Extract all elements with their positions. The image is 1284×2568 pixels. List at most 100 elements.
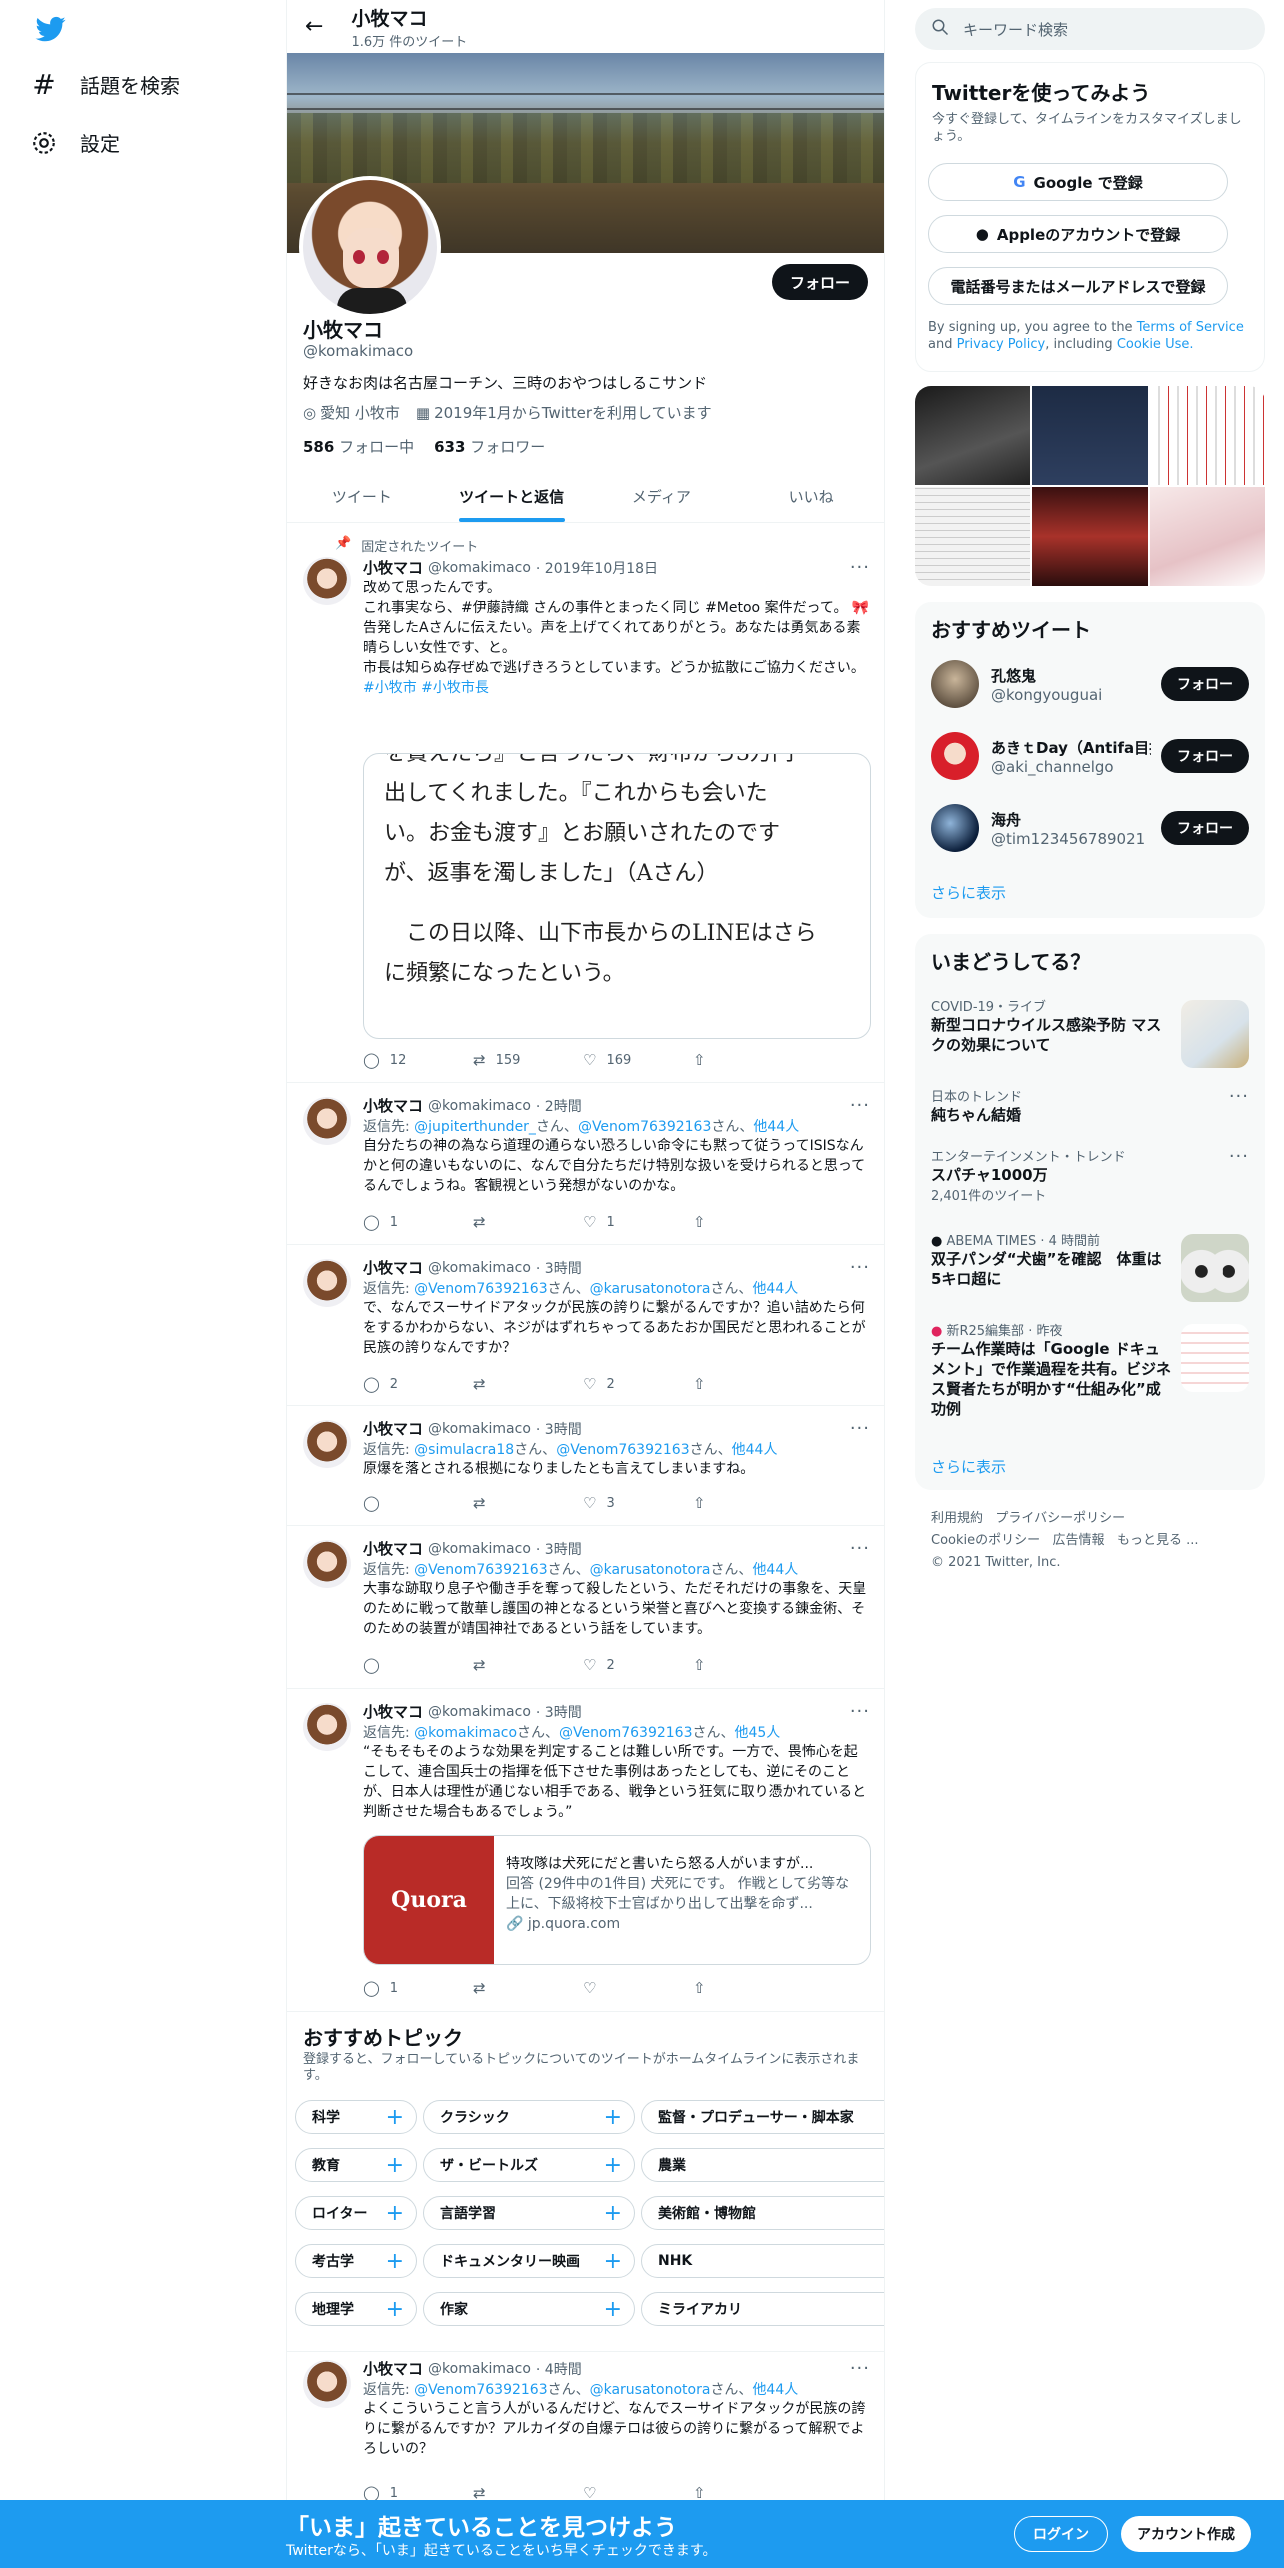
terms-link[interactable]: Terms of Service bbox=[1137, 320, 1244, 335]
search-box[interactable]: キーワード検索 bbox=[915, 8, 1265, 50]
tweet-author-name[interactable]: 小牧マコ bbox=[363, 2358, 423, 2379]
retweet-button[interactable]: ⇄ bbox=[473, 1494, 583, 1512]
reply-to-others[interactable]: 他44人 bbox=[752, 1281, 798, 1297]
plus-icon[interactable]: + bbox=[604, 2249, 622, 2274]
tweet-avatar[interactable] bbox=[303, 1420, 351, 1468]
topic-chip[interactable]: ザ・ビートルズ + bbox=[423, 2148, 635, 2182]
cookie-link[interactable]: Cookie Use. bbox=[1117, 337, 1194, 352]
tweet-avatar[interactable] bbox=[303, 1097, 351, 1145]
topic-chip[interactable]: 教育 + bbox=[295, 2148, 417, 2182]
media-thumb[interactable] bbox=[1149, 386, 1265, 485]
more-options-icon[interactable]: ··· bbox=[1229, 1086, 1249, 1107]
trend-thumbnail[interactable] bbox=[1181, 1000, 1249, 1068]
reply-to-mention[interactable]: @karusatonotora bbox=[590, 2382, 711, 2398]
topic-chip[interactable]: 監督・プロデューサー・脚本家 bbox=[641, 2100, 884, 2134]
topic-chip[interactable]: 作家 + bbox=[423, 2292, 635, 2326]
tweet-avatar[interactable] bbox=[303, 557, 351, 605]
account-avatar[interactable] bbox=[931, 804, 979, 852]
plus-icon[interactable]: + bbox=[604, 2153, 622, 2178]
profile-avatar[interactable] bbox=[299, 176, 441, 318]
tweet-time[interactable]: · 2時間 bbox=[536, 1096, 582, 1116]
trend-item[interactable]: 日本のトレンド 純ちゃん結婚 ··· bbox=[931, 1086, 1249, 1136]
reply-to-others[interactable]: 他44人 bbox=[752, 1562, 798, 1578]
footer-link[interactable]: プライバシーポリシー bbox=[995, 1511, 1125, 1526]
reply-button[interactable]: ◯ 2 bbox=[363, 1375, 473, 1393]
tweet-reply[interactable]: ··· 小牧マコ @komakimaco · 3時間 返信先: @komakimac… bbox=[287, 1689, 884, 2012]
phone-email-signup-button[interactable]: 電話番号またはメールアドレスで登録 bbox=[928, 267, 1228, 305]
follow-button[interactable]: フォロー bbox=[1161, 667, 1249, 701]
reply-button[interactable]: ◯ 12 bbox=[363, 1051, 473, 1069]
reply-button[interactable]: ◯ 1 bbox=[363, 1213, 473, 1231]
tab-tweets[interactable]: ツイート bbox=[287, 470, 437, 522]
plus-icon[interactable]: + bbox=[386, 2153, 404, 2178]
tweet-author-handle[interactable]: @komakimaco bbox=[428, 1541, 531, 1557]
plus-icon[interactable]: + bbox=[604, 2105, 622, 2130]
media-thumb[interactable] bbox=[1032, 386, 1148, 485]
tweet-reply[interactable]: ··· 小牧マコ @komakimaco · 3時間 返信先: @Venom7639… bbox=[287, 1526, 884, 1689]
trend-thumbnail[interactable] bbox=[1181, 1234, 1249, 1302]
retweet-button[interactable]: ⇄ bbox=[473, 1375, 583, 1393]
login-button[interactable]: ログイン bbox=[1014, 2516, 1108, 2552]
tab-tweets-and-replies[interactable]: ツイートと返信 bbox=[437, 470, 587, 522]
share-button[interactable]: ⇧ bbox=[693, 1979, 803, 1997]
tweet-time[interactable]: · 2019年10月18日 bbox=[536, 558, 658, 578]
topic-chip[interactable]: 考古学 + bbox=[295, 2244, 417, 2278]
back-arrow-icon[interactable]: ← bbox=[305, 14, 323, 39]
privacy-link[interactable]: Privacy Policy bbox=[957, 337, 1046, 352]
reply-to-mention[interactable]: @Venom76392163 bbox=[414, 2382, 547, 2398]
footer-link[interactable]: 利用規約 bbox=[931, 1511, 983, 1526]
trend-item[interactable]: ● ABEMA TIMES · 4 時間前 双子パンダ“犬歯”を確認 体重は5キ… bbox=[931, 1230, 1249, 1310]
tweet-reply[interactable]: ··· 小牧マコ @komakimaco · 3時間 返信先: @simulacra… bbox=[287, 1406, 884, 1526]
like-button[interactable]: ♡ 2 bbox=[583, 1375, 693, 1393]
tweet-author-name[interactable]: 小牧マコ bbox=[363, 1701, 423, 1722]
share-button[interactable]: ⇧ bbox=[693, 1375, 803, 1393]
media-thumb[interactable] bbox=[915, 487, 1031, 586]
topic-chip[interactable]: NHK bbox=[641, 2244, 884, 2278]
reply-to-mention[interactable]: @Venom76392163 bbox=[414, 1562, 547, 1578]
nav-explore[interactable]: # 話題を検索 bbox=[30, 68, 180, 101]
tweet-author-handle[interactable]: @komakimaco bbox=[428, 1098, 531, 1114]
reply-to-mention[interactable]: @karusatonotora bbox=[590, 1562, 711, 1578]
retweet-button[interactable]: ⇄ bbox=[473, 1656, 583, 1674]
tweet-avatar[interactable] bbox=[303, 1703, 351, 1751]
like-button[interactable]: ♡ 2 bbox=[583, 1656, 693, 1674]
tweet-author-name[interactable]: 小牧マコ bbox=[363, 1257, 423, 1278]
footer-link[interactable]: Cookieのポリシー bbox=[931, 1533, 1040, 1548]
reply-to-others[interactable]: 他44人 bbox=[732, 1442, 778, 1458]
like-button[interactable]: ♡ bbox=[583, 1979, 693, 1997]
reply-to-mention[interactable]: @simulacra18 bbox=[414, 1442, 514, 1458]
tweet-avatar[interactable] bbox=[303, 1259, 351, 1307]
retweet-button[interactable]: ⇄ 159 bbox=[473, 1051, 583, 1069]
follow-button[interactable]: フォロー bbox=[1161, 739, 1249, 773]
tweet-pinned[interactable]: ··· 小牧マコ @komakimaco · 2019年10月18日 改めて思っ… bbox=[287, 523, 884, 1083]
topic-chip[interactable]: 農業 bbox=[641, 2148, 884, 2182]
tweet-author-name[interactable]: 小牧マコ bbox=[363, 557, 423, 578]
share-button[interactable]: ⇧ bbox=[693, 1051, 803, 1069]
follow-button[interactable]: フォロー bbox=[1161, 811, 1249, 845]
media-thumb[interactable] bbox=[1032, 487, 1148, 586]
plus-icon[interactable]: + bbox=[604, 2201, 622, 2226]
tweet-reply[interactable]: ··· 小牧マコ @komakimaco · 3時間 返信先: @Venom7639… bbox=[287, 1245, 884, 1406]
like-button[interactable]: ♡ 3 bbox=[583, 1494, 693, 1512]
reply-to-mention[interactable]: @karusatonotora bbox=[590, 1281, 711, 1297]
topic-chip[interactable]: 美術館・博物館 bbox=[641, 2196, 884, 2230]
tweet-author-name[interactable]: 小牧マコ bbox=[363, 1538, 423, 1559]
google-signup-button[interactable]: G Google で登録 bbox=[928, 163, 1228, 201]
media-thumb[interactable] bbox=[915, 386, 1031, 485]
tweet-avatar[interactable] bbox=[303, 2360, 351, 2408]
plus-icon[interactable]: + bbox=[386, 2201, 404, 2226]
tweet-author-handle[interactable]: @komakimaco bbox=[428, 560, 531, 576]
tweet-hashtags[interactable]: #小牧市 #小牧市長 bbox=[363, 678, 870, 698]
reply-button[interactable]: ◯ 1 bbox=[363, 2484, 473, 2500]
tweet-reply[interactable]: ··· 小牧マコ @komakimaco · 2時間 返信先: @jupiterth… bbox=[287, 1083, 884, 1245]
tweet-time[interactable]: · 4時間 bbox=[536, 2359, 582, 2379]
reply-button[interactable]: ◯ bbox=[363, 1494, 473, 1512]
tab-media[interactable]: メディア bbox=[587, 470, 737, 522]
link-card-quora[interactable]: Quora 特攻隊は犬死にだと書いたら怒る人がいますが... 回答 (29件中の… bbox=[363, 1835, 871, 1965]
tweet-image-text-screenshot[interactable]: を貰えたら』と言ったら、財布から3万円 出してくれました。『これからも会いた い… bbox=[363, 753, 871, 1039]
share-button[interactable]: ⇧ bbox=[693, 1494, 803, 1512]
trend-item[interactable]: COVID-19・ライブ 新型コロナウイルス感染予防 マスクの効果について bbox=[931, 996, 1249, 1076]
topic-chip[interactable]: クラシック + bbox=[423, 2100, 635, 2134]
more-options-icon[interactable]: ··· bbox=[1229, 1146, 1249, 1167]
tweet-time[interactable]: · 3時間 bbox=[536, 1258, 582, 1278]
